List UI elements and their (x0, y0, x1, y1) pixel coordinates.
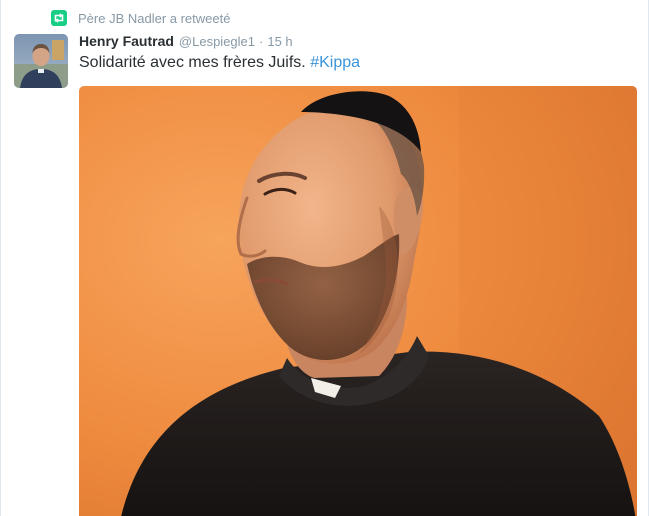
retweet-icon (51, 10, 67, 26)
tweet-header: Henry Fautrad @Lespiegle1 · 15 h (79, 33, 293, 51)
hashtag-link[interactable]: #Kippa (310, 54, 360, 71)
tweet-text: Solidarité avec mes frères Juifs. #Kippa (79, 52, 360, 74)
retweet-context: Père JB Nadler a retweeté (51, 9, 230, 27)
separator-dot: · (259, 34, 264, 49)
retweeter-link[interactable]: Père JB Nadler a retweeté (78, 11, 230, 26)
author-fullname[interactable]: Henry Fautrad (79, 33, 174, 49)
avatar[interactable] (14, 34, 68, 88)
tweet-body-text: Solidarité avec mes frères Juifs. (79, 54, 306, 71)
tweet-container: Père JB Nadler a retweeté Henry Fautrad … (0, 0, 649, 516)
author-username[interactable]: @Lespiegle1 (179, 34, 255, 49)
tweet-timestamp[interactable]: 15 h (267, 34, 292, 49)
tweet-photo[interactable] (79, 86, 637, 516)
